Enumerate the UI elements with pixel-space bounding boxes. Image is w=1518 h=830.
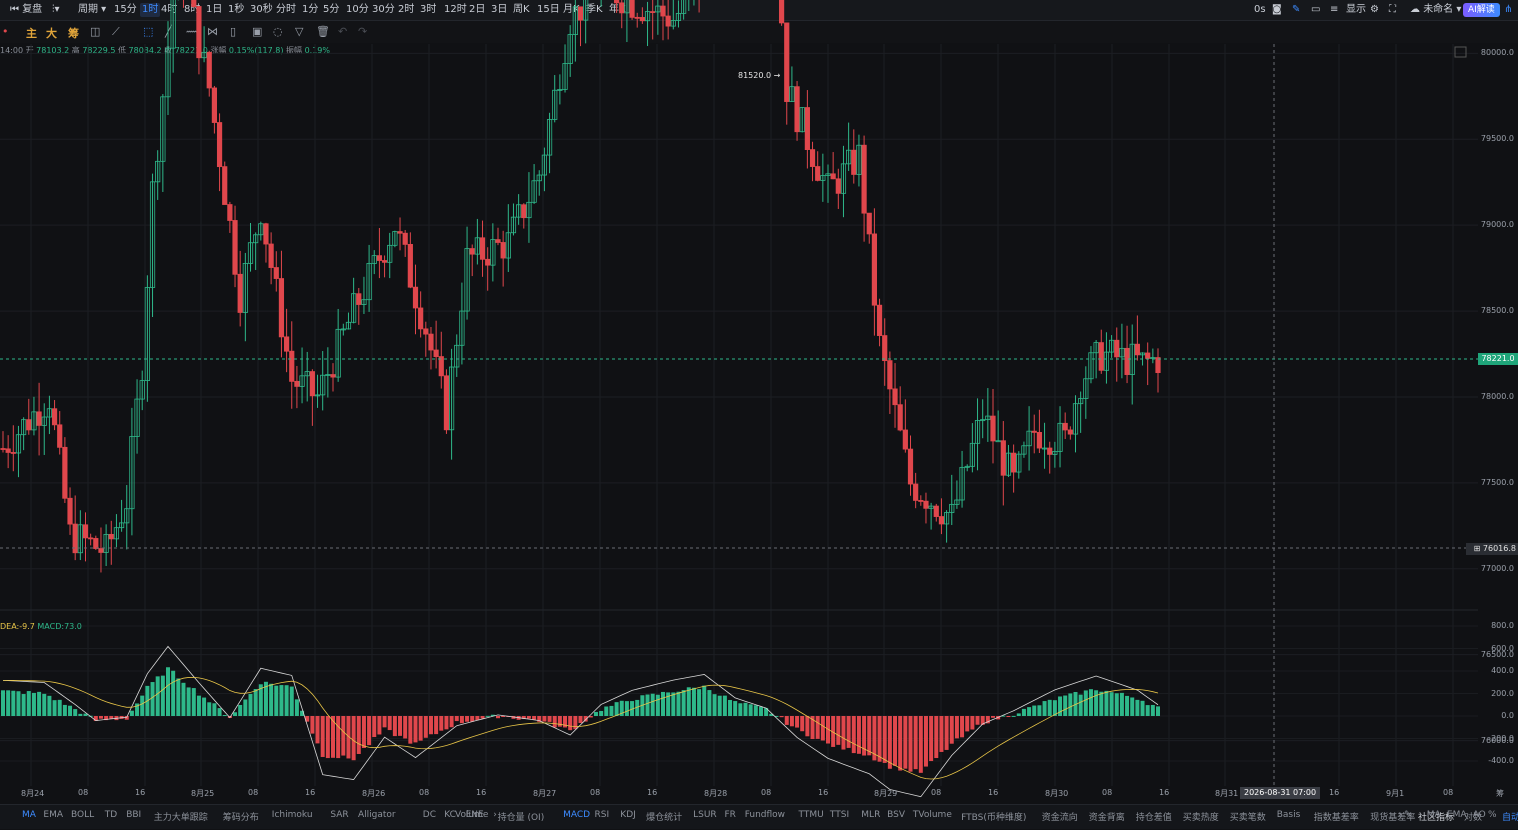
indicator-sub-18[interactable]: 买卖热度 [1183,810,1219,823]
indicator-sub-22[interactable]: 现货基差率 [1370,810,1415,823]
auto-toggle[interactable]: 自动 [1502,810,1518,823]
time-tick: 8月28 [704,789,728,798]
time-tick: 16 [1329,788,1340,797]
indicator-main-7[interactable]: Ichimoku [272,810,313,820]
indicator-main-2[interactable]: BOLL [71,810,94,820]
time-tick: 08 [419,788,430,797]
macd-tick: 0.0 [1501,711,1514,720]
macd-tick: 800.0 [1491,621,1514,630]
time-tick: 8月31 [1215,789,1239,798]
candles [0,0,1161,573]
price-tick: 78500.0 [1480,306,1514,316]
time-tick: 08 [590,788,601,797]
indicator-bar: › ✎ 社区指标 对数 % 自动 MA EMA BOLL TD BBI 主力大单跟踪 筹码分… [0,804,1518,829]
price-tick: 77000.0 [1480,563,1514,573]
macd-tick: 600.0 [1491,643,1514,653]
macd-tick: 200.0 [1491,688,1514,698]
time-tick: 16 [1159,788,1170,797]
macd-tick: -200.0 [1488,733,1514,743]
indicator-sub-1[interactable]: 持仓量 (OI) [498,810,545,823]
candlestick-chart[interactable]: 81520.0 → [0,0,1518,800]
macd-value: MACD:73.0 [37,622,82,631]
macd-tick: -400.0 [1488,756,1514,765]
macd-legend: DEA:-9.7 MACD:73.0 [0,622,82,631]
time-tick: 8月24 [21,789,45,798]
price-tick: 78000.0 [1480,391,1514,401]
indicator-sub-13[interactable]: TVolume [913,810,952,820]
time-tick: 08 [78,788,89,797]
indicator-sub-15[interactable]: 资金流向 [1042,810,1078,823]
indicator-sub-19[interactable]: 买卖笔数 [1230,810,1266,823]
main-more-icon[interactable]: › [493,810,497,820]
indicator-sub-14[interactable]: FTBS(币种维度) [961,810,1026,823]
price-tick: 77500.0 [1480,477,1514,487]
time-tick: 16 [476,788,487,797]
time-tick: 08 [1443,788,1454,797]
time-tick: 08 [248,788,259,797]
time-tick: 08 [1102,788,1113,797]
indicator-sub-3[interactable]: RSI [595,810,610,820]
indicator-sub-24[interactable]: EMA [1447,810,1467,820]
indicator-main-8[interactable]: SAR [330,810,348,820]
chip-toggle[interactable]: 筹 [1496,788,1504,799]
indicator-sub-5[interactable]: 爆仓统计 [646,810,682,823]
time-tick: 8月26 [362,789,386,798]
indicator-sub-20[interactable]: Basis [1277,810,1301,820]
indicator-main-1[interactable]: EMA [43,810,63,820]
macd-tick: 400.0 [1491,666,1514,675]
indicator-main-3[interactable]: TD [105,810,117,820]
indicator-sub-7[interactable]: FR [725,810,736,820]
indicator-sub-25[interactable]: AO [1473,810,1486,820]
indicator-sub-6[interactable]: LSUR [693,810,717,820]
indicator-sub-16[interactable]: 资金背离 [1089,810,1125,823]
expand-icon[interactable] [1454,46,1467,58]
time-tick: 16 [305,788,316,797]
crosshair-time-badge: 2026-08-31 07:00 [1240,787,1321,799]
macd-panel [1,645,1160,798]
time-tick: 8月25 [191,789,215,798]
price-tick: 79000.0 [1480,220,1514,230]
time-tick: 8月29 [874,789,898,798]
price-tick: 80000.0 [1480,48,1514,58]
indicator-main-0[interactable]: MA [22,810,36,820]
indicator-main-6[interactable]: 筹码分布 [223,810,259,823]
indicator-main-5[interactable]: 主力大单跟踪 [154,810,208,823]
indicator-main-4[interactable]: BBI [126,810,141,820]
indicator-sub-17[interactable]: 持仓差值 [1136,810,1172,823]
time-tick: 08 [931,788,942,797]
indicator-sub-10[interactable]: TTSI [830,810,849,820]
dea-value: DEA:-9.7 [0,622,35,631]
indicator-main-9[interactable]: Alligator [358,810,396,820]
time-axis: 2026-08-31 07:00 筹 8月24 08 16 8月25 08 16 8月26 0… [0,786,1518,802]
high-marker: 81520.0 → [738,71,781,80]
indicator-sub-11[interactable]: MLR [861,810,880,820]
indicator-sub-4[interactable]: KDJ [620,810,636,820]
indicator-main-10[interactable]: DC [423,810,436,820]
time-tick: 8月30 [1045,789,1069,798]
indicator-sub-23[interactable]: MA [1427,810,1441,820]
time-tick: 9月1 [1386,789,1405,798]
indicator-sub-21[interactable]: 指数基差率 [1314,810,1359,823]
indicator-sub-8[interactable]: Fundflow [745,810,785,820]
time-tick: 8月27 [533,789,557,798]
indicator-sub-9[interactable]: TTMU [799,810,824,820]
time-tick: 16 [988,788,999,797]
indicator-sub-2[interactable]: MACD [563,810,590,820]
indicator-sub-12[interactable]: BSV [887,810,905,820]
crosshair-price-badge: ⊞ 76016.8 [1466,543,1518,555]
percent-toggle[interactable]: % [1488,810,1497,820]
grid [0,44,1478,786]
current-price-badge: 78221.0 [1478,353,1518,365]
price-tick: 79500.0 [1480,134,1514,144]
time-tick: 16 [818,788,829,797]
indicator-sub-0[interactable]: Volume [455,810,488,820]
time-tick: 16 [135,788,146,797]
time-tick: 08 [761,788,772,797]
time-tick: 16 [647,788,658,797]
